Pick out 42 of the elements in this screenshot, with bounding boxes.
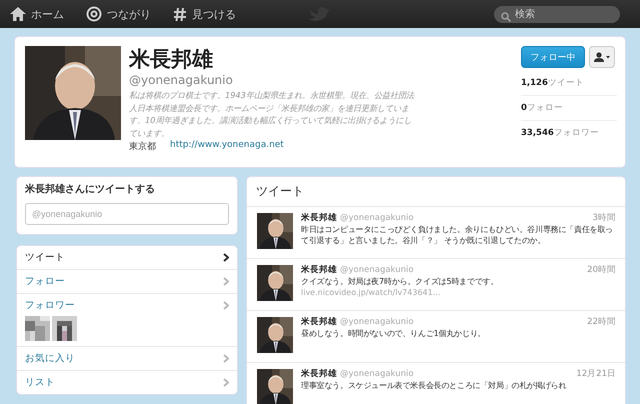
chevron-icon [223, 301, 229, 310]
website-link[interactable]: http://www.yonenaga.net [170, 140, 284, 153]
stat-link[interactable]: 33,546フォロワー [521, 121, 617, 145]
tweet-text: 理事室なう。スケジュール表で米長会長のところに「対局」の札が掲げられ [301, 380, 568, 391]
tweet-handle: @yonenagakunio [340, 317, 414, 328]
user-menu-button[interactable] [589, 46, 615, 68]
tweet-input-field[interactable]: @yonenagakunio [25, 203, 229, 225]
tweet-handle: @yonenagakunio [340, 369, 414, 380]
hash-icon [173, 6, 187, 22]
nav-item[interactable]: ツイート [17, 246, 237, 270]
profile-handle: @yonenagakunio [129, 73, 234, 87]
tweet-text: 昨日はコンピュータにこっぴどく負けました。余りにもひどい。谷川専務に「責任を取って引退する」と言いました。谷川「？」 そうか既に引退してたのか。 [301, 224, 614, 246]
tweet-handle: @yonenagakunio [340, 265, 414, 276]
home-icon [10, 7, 26, 21]
tweet-handle: @yonenagakunio [340, 213, 414, 224]
person-icon [594, 52, 610, 62]
nav-item[interactable]: リスト [17, 371, 237, 394]
chevron-icon [223, 354, 229, 363]
nav-link[interactable]: 見つける [173, 6, 236, 22]
tweet-author[interactable]: 米長邦雄 [301, 317, 337, 328]
stat-link[interactable]: 0フォロー [521, 96, 617, 121]
profile-name: 米長邦雄 [129, 46, 214, 72]
tweet-to-title: 米長邦雄さんにツイートする [25, 182, 156, 196]
tweet-text: クイズなう。対局は夜7時から。クイズは5時までです。 [301, 276, 500, 287]
nav-item[interactable]: フォロー [17, 270, 237, 294]
tweet-text: 昼めしなう。時間がないので、りんご1個丸かじり。 [301, 328, 486, 339]
location: 東京都 [129, 140, 156, 153]
tweet-author[interactable]: 米長邦雄 [301, 213, 337, 224]
search-icon [501, 12, 511, 22]
nav-item[interactable]: お気に入り [17, 347, 237, 371]
chevron-icon [223, 277, 229, 286]
chevron-icon [223, 378, 229, 387]
stat-link[interactable]: 1,126ツイート [521, 71, 617, 96]
nav-item[interactable]: フォロワー [17, 294, 237, 347]
search-field[interactable]: 検索 [494, 6, 620, 22]
chevron-icon [223, 253, 229, 262]
profile-bio: 私は将棋のプロ棋士です。1943年山梨県生まれ。永世棋聖。現在、公益社団法人日本将棋連盟会長です。ホームページ「米長邦雄の家」を連日更新しています。10周年過ぎました。講演活動も幅広く行っていて気軽に出掛けるようにしています。 [129, 89, 416, 139]
timeline-title: ツイート [247, 177, 625, 207]
nav-link[interactable]: つながり [86, 6, 151, 22]
tweet-author[interactable]: 米長邦雄 [301, 369, 337, 380]
tweet-author[interactable]: 米長邦雄 [301, 265, 337, 276]
nav-link[interactable]: ホーム [10, 6, 64, 22]
